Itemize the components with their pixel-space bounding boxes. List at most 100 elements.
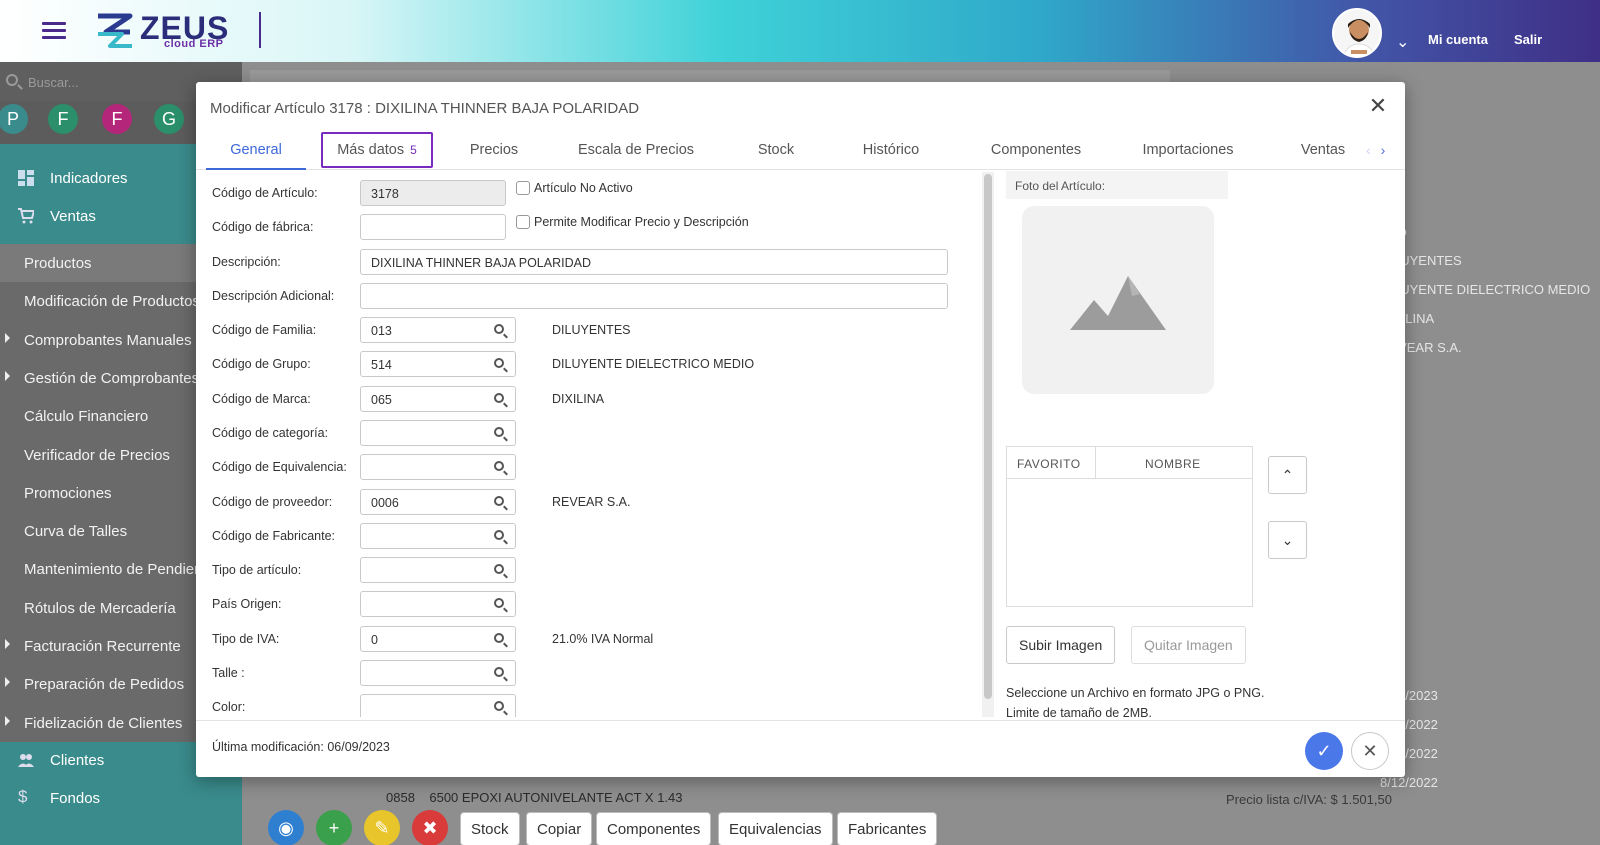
manufacturers-button[interactable]: Fabricantes: [837, 812, 938, 845]
search-icon: [494, 426, 504, 437]
background-detail-value: 6/09/2023: [1380, 688, 1438, 703]
field-tipo-iva: Tipo de IVA: 0 21.0% IVA Normal: [212, 625, 972, 654]
marca-input[interactable]: 065: [360, 385, 486, 412]
tab-ventas[interactable]: Ventas: [1288, 130, 1358, 170]
grupo-input[interactable]: 514: [360, 351, 486, 378]
shortcut-g[interactable]: G: [154, 104, 184, 134]
lookup-button[interactable]: [485, 351, 516, 378]
move-down-button[interactable]: ⌄: [1268, 521, 1307, 559]
chevron-left-icon[interactable]: ‹: [1366, 142, 1371, 158]
search-icon: [494, 358, 504, 369]
background-detail-value: .0: [1380, 630, 1590, 659]
components-button[interactable]: Componentes: [596, 812, 712, 845]
equivalencia-input[interactable]: [360, 454, 486, 481]
permite-modificar-checkbox[interactable]: [516, 215, 530, 229]
column-favorito[interactable]: FAVORITO: [1017, 457, 1081, 471]
edit-icon[interactable]: ✎: [364, 810, 400, 845]
chevron-down-icon: ⌄: [1281, 532, 1294, 548]
fabricante-input[interactable]: [360, 522, 486, 549]
edit-article-modal: Modificar Artículo 3178 : DIXILINA THINN…: [196, 82, 1405, 777]
articulo-no-activo-checkbox[interactable]: [516, 181, 530, 195]
tipo-iva-input[interactable]: 0: [360, 625, 486, 652]
stock-button[interactable]: Stock: [460, 812, 520, 845]
talle-input[interactable]: [360, 660, 486, 686]
chevron-right-icon[interactable]: ›: [1381, 142, 1386, 158]
lookup-button[interactable]: [485, 660, 516, 686]
field-color: Color:: [212, 694, 972, 717]
shortcut-f[interactable]: F: [102, 104, 132, 134]
zeus-logo[interactable]: ZEUS cloud ERP: [92, 8, 252, 54]
tab-mas-datos[interactable]: Más datos 5: [321, 132, 433, 168]
color-input[interactable]: [360, 694, 486, 717]
cancel-button[interactable]: ✕: [1351, 732, 1389, 770]
hamburger-menu-icon[interactable]: [42, 22, 66, 40]
tab-componentes[interactable]: Componentes: [976, 130, 1096, 170]
logout-link[interactable]: Salir: [1514, 32, 1542, 47]
field-label: Tipo de IVA:: [212, 631, 280, 646]
lookup-button[interactable]: [485, 557, 516, 584]
move-up-button[interactable]: ⌃: [1268, 456, 1307, 494]
descripcion-adicional-input[interactable]: [360, 283, 948, 309]
photo-placeholder[interactable]: [1022, 206, 1214, 394]
background-detail-value: .0: [1380, 398, 1590, 427]
tab-label: Más datos: [337, 142, 405, 158]
tab-escala-precios[interactable]: Escala de Precios: [566, 130, 706, 170]
lookup-button[interactable]: [485, 419, 516, 446]
sidebar-item-fondos[interactable]: $ Fondos: [0, 780, 242, 818]
proveedor-input[interactable]: 0006: [360, 488, 486, 515]
column-nombre[interactable]: NOMBRE: [1145, 457, 1201, 471]
pais-origen-input[interactable]: [360, 591, 486, 618]
background-detail-value: .0: [1380, 427, 1590, 456]
lookup-button[interactable]: [485, 625, 516, 652]
view-icon[interactable]: ◉: [268, 810, 304, 845]
field-pais-origen: País Origen:: [212, 591, 972, 619]
tab-stock[interactable]: Stock: [741, 130, 811, 170]
equivalences-button[interactable]: Equivalencias: [718, 812, 833, 845]
tab-importaciones[interactable]: Importaciones: [1128, 130, 1248, 170]
shortcut-p[interactable]: P: [0, 104, 28, 134]
lookup-button[interactable]: [485, 317, 516, 343]
modal-tabs: General Más datos 5 Precios Escala de Pre…: [196, 130, 1405, 170]
familia-input[interactable]: 013: [360, 317, 486, 343]
background-detail-value: 8/12/2022: [1380, 775, 1438, 790]
close-icon[interactable]: ✕: [1366, 94, 1390, 118]
chevron-up-icon: ⌃: [1281, 467, 1294, 483]
tipo-articulo-input[interactable]: [360, 557, 486, 584]
tab-scroll-arrows[interactable]: ‹ ›: [1366, 142, 1385, 158]
background-table-row: 0858 6500 EPOXI AUTONIVELANTE ACT X 1.43: [386, 790, 683, 805]
categoria-input[interactable]: [360, 419, 486, 446]
remove-image-button[interactable]: Quitar Imagen: [1131, 626, 1246, 664]
tab-precios[interactable]: Precios: [454, 130, 534, 170]
user-avatar[interactable]: [1332, 8, 1382, 58]
add-icon[interactable]: +: [316, 810, 352, 845]
search-input[interactable]: Buscar...: [28, 75, 79, 90]
lookup-button[interactable]: [485, 488, 516, 515]
lookup-button[interactable]: [485, 385, 516, 412]
descripcion-input[interactable]: DIXILINA THINNER BAJA POLARIDAD: [360, 249, 948, 275]
lookup-button[interactable]: [485, 591, 516, 618]
upload-image-button[interactable]: Subir Imagen: [1006, 626, 1116, 664]
codigo-fabrica-input[interactable]: [360, 214, 506, 240]
shortcut-f[interactable]: F: [48, 104, 78, 134]
field-description: DILUYENTE DIELECTRICO MEDIO: [552, 357, 755, 372]
tab-historico[interactable]: Histórico: [841, 130, 941, 170]
field-talle: Talle :: [212, 660, 972, 688]
modal-title: Modificar Artículo 3178 : DIXILINA THINN…: [210, 100, 640, 117]
delete-icon[interactable]: ✖: [412, 810, 448, 845]
field-label: Código de fábrica:: [212, 220, 314, 234]
lookup-button[interactable]: [485, 454, 516, 481]
column-divider: [1095, 447, 1096, 479]
search-icon: [494, 324, 504, 334]
chevron-down-icon[interactable]: ⌄: [1396, 32, 1409, 52]
confirm-button[interactable]: ✓: [1305, 732, 1343, 770]
lookup-button[interactable]: [485, 522, 516, 549]
copy-button[interactable]: Copiar: [526, 812, 593, 845]
field-marca: Código de Marca: 065 DIXILINA: [212, 385, 972, 414]
field-proveedor: Código de proveedor: 0006 REVEAR S.A.: [212, 488, 972, 517]
sidebar-item-label: Fondos: [50, 790, 101, 807]
my-account-link[interactable]: Mi cuenta: [1428, 32, 1488, 47]
tab-general[interactable]: General: [206, 130, 306, 170]
zeus-logo-mark-icon: [98, 13, 133, 48]
field-label: Talle :: [212, 666, 245, 680]
lookup-button[interactable]: [485, 694, 516, 717]
